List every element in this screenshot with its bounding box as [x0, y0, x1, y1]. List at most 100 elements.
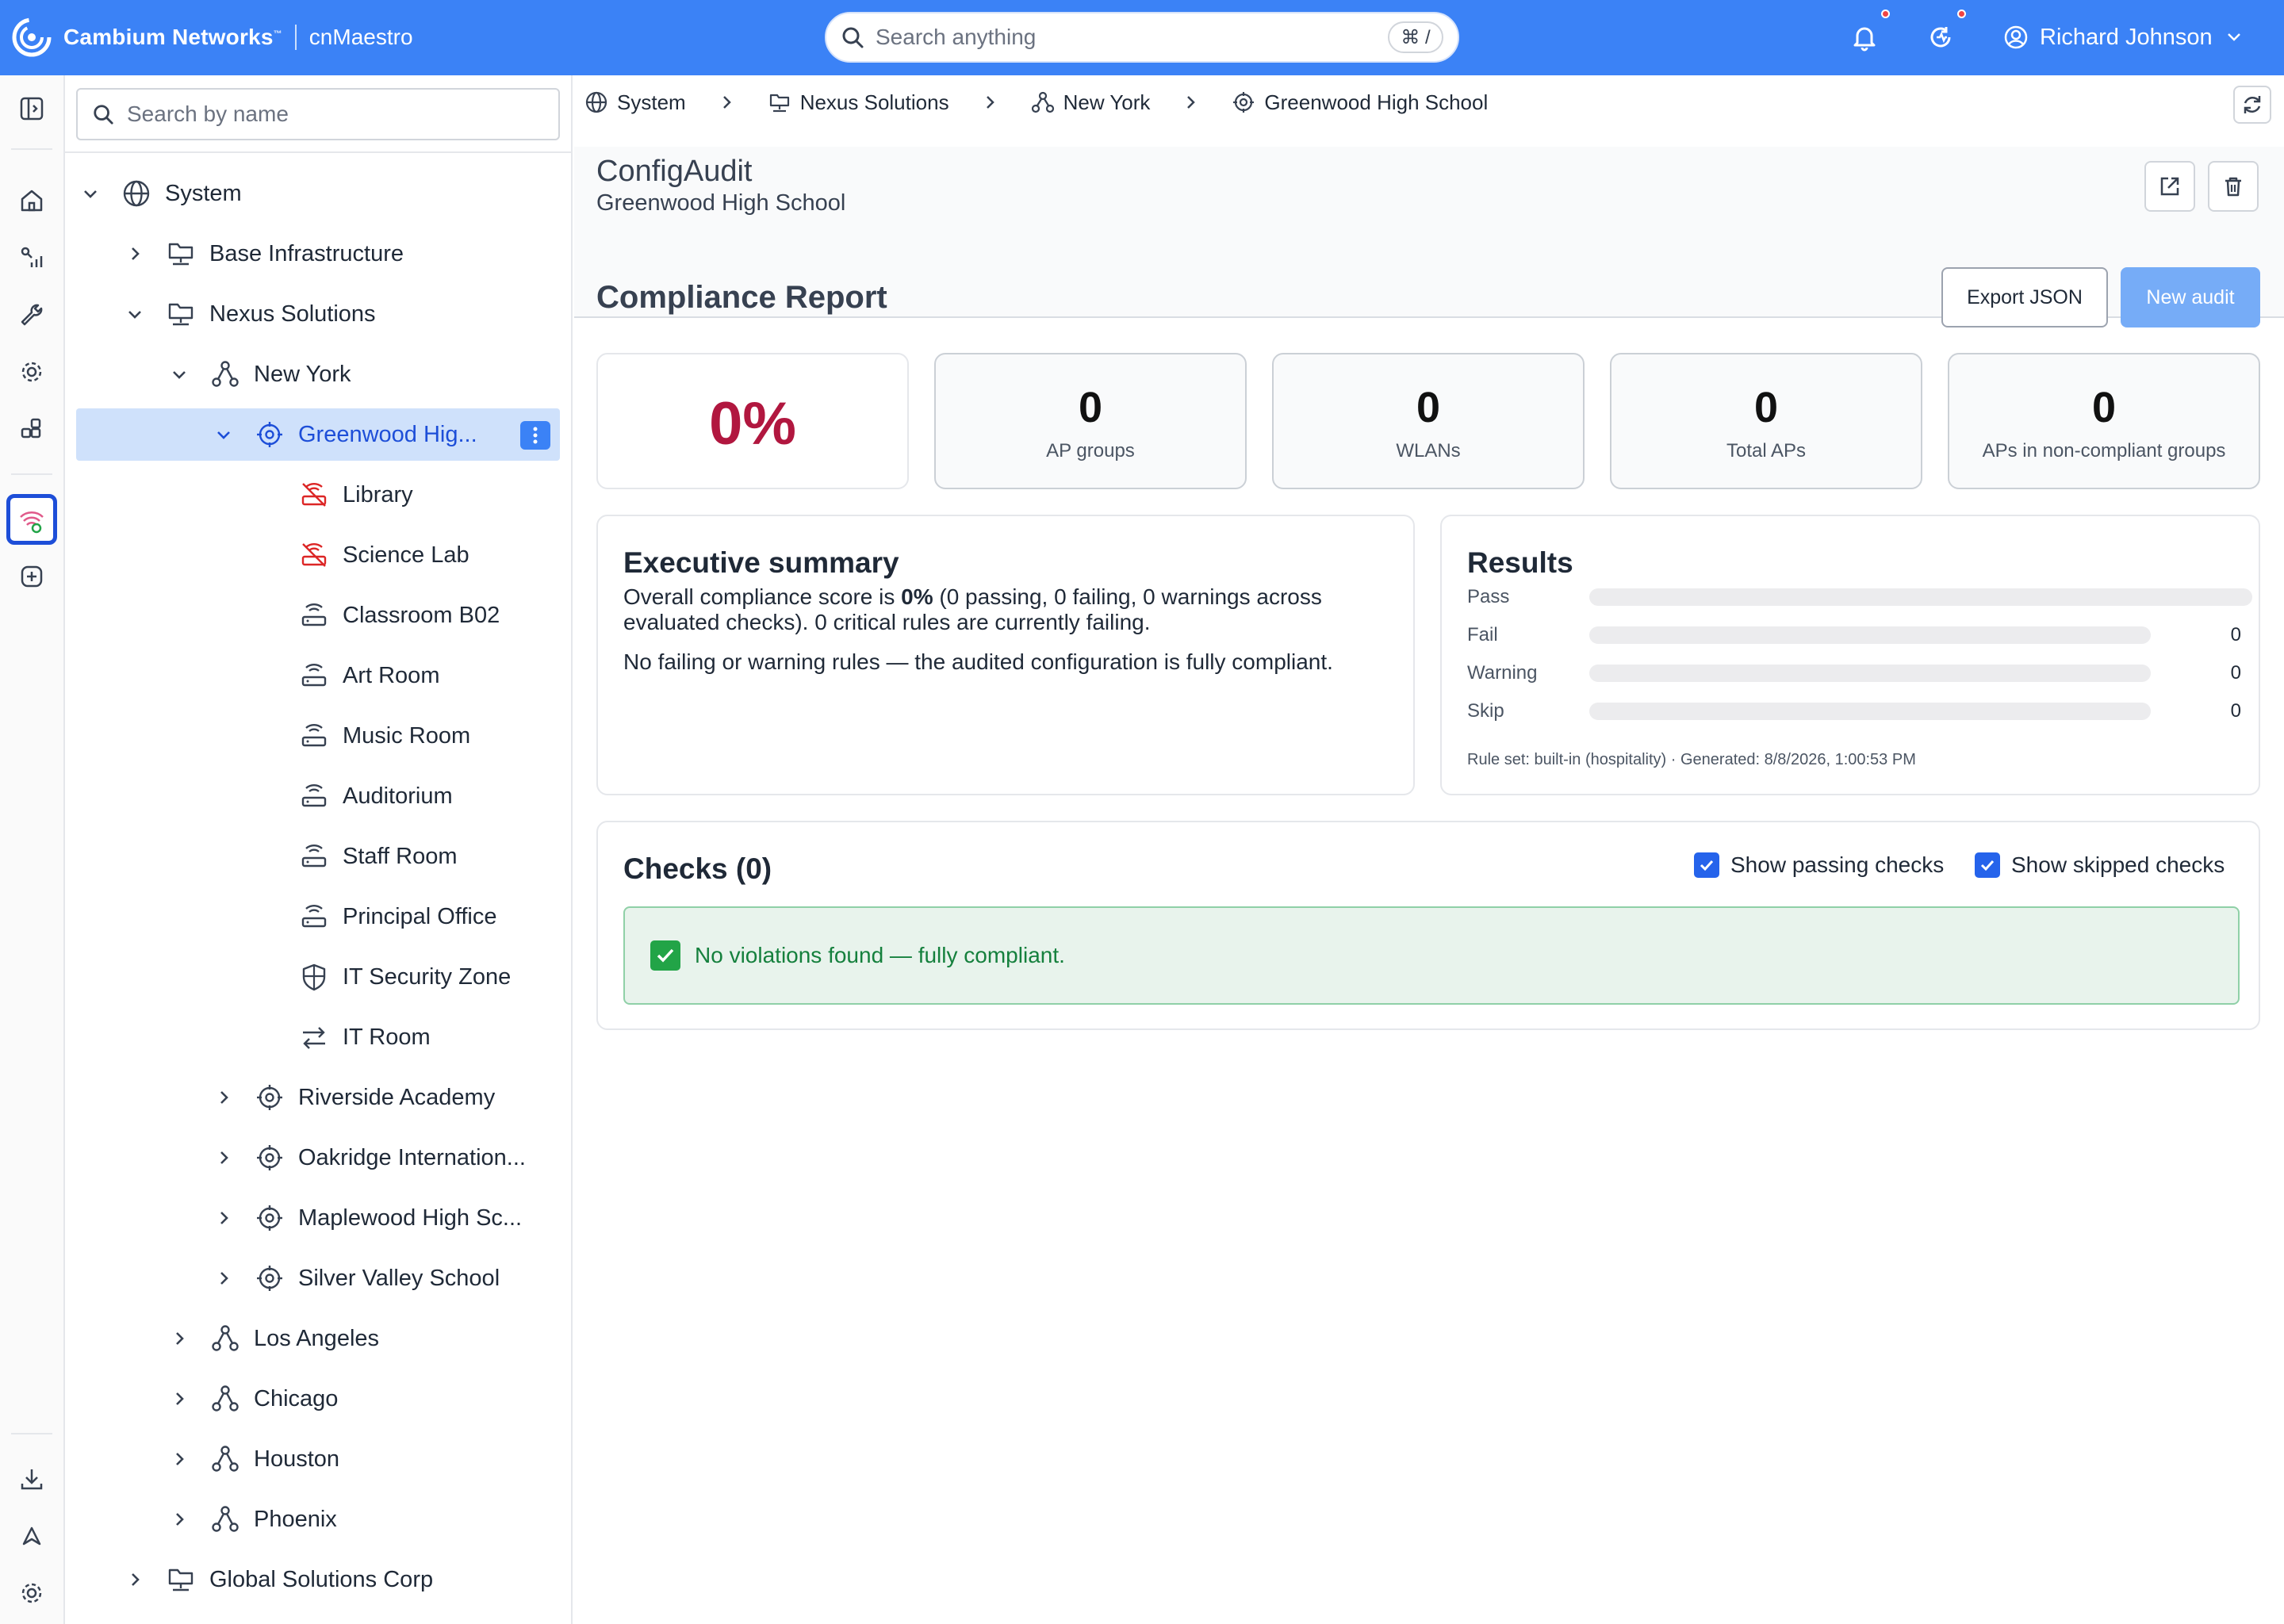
checkbox-checked[interactable]: [1975, 852, 2000, 878]
tree-search-input[interactable]: [127, 102, 544, 127]
tree-node[interactable]: Oakridge Internation...: [213, 1132, 526, 1184]
tree-node[interactable]: Silver Valley School: [213, 1252, 500, 1304]
chevron-right-icon[interactable]: [168, 1508, 190, 1530]
rail-divider: [11, 473, 52, 475]
tree-node[interactable]: Greenwood Hig...: [76, 408, 560, 461]
chevron-right-icon[interactable]: [213, 1267, 235, 1289]
export-json-button[interactable]: Export JSON: [1941, 267, 2108, 327]
stat-card-total-aps: 0 Total APs: [1610, 353, 1922, 489]
tree-node[interactable]: Staff Room: [257, 830, 458, 883]
stat-value: 0: [2091, 384, 2117, 431]
result-value: 0: [2230, 624, 2241, 645]
tree-node[interactable]: Principal Office: [257, 891, 497, 943]
tree-node[interactable]: Los Angeles: [168, 1312, 379, 1365]
add-circle-icon[interactable]: [16, 561, 48, 592]
tree-node[interactable]: Maplewood High Sc...: [213, 1192, 522, 1244]
tree-node[interactable]: Chicago: [168, 1373, 338, 1425]
tree-node[interactable]: Riverside Academy: [213, 1071, 495, 1124]
wrench-icon[interactable]: [16, 299, 48, 331]
node-menu-button[interactable]: [520, 421, 550, 450]
refresh-button[interactable]: [2233, 86, 2271, 124]
sidebar-toggle-icon[interactable]: [16, 93, 48, 124]
settings-icon[interactable]: [16, 1577, 48, 1609]
new-audit-button[interactable]: New audit: [2121, 267, 2260, 327]
stat-card-ap-groups: 0 AP groups: [934, 353, 1247, 489]
tree-node[interactable]: IT Security Zone: [257, 951, 511, 1003]
home-icon[interactable]: [16, 185, 48, 216]
compliance-score-card: 0%: [596, 353, 909, 489]
stat-value: 0: [1078, 384, 1103, 431]
tree-node-label: System: [165, 180, 242, 206]
brand[interactable]: Cambium Networks™ cnMaestro: [11, 14, 413, 60]
show-skipped-checkbox[interactable]: Show skipped checks: [1975, 852, 2225, 878]
chevron-down-icon: [2227, 33, 2240, 41]
checkbox-label: Show passing checks: [1730, 852, 1945, 877]
breadcrumb-item-new-york[interactable]: New York: [1030, 90, 1150, 115]
open-external-button[interactable]: [2144, 161, 2195, 212]
tree-node[interactable]: Auditorium: [257, 770, 453, 822]
spacer: [257, 966, 279, 988]
network-nodes-icon: [1031, 91, 1054, 113]
tree-node[interactable]: Base Infrastructure: [124, 228, 404, 280]
folder-network-icon: [769, 94, 789, 113]
bell-icon[interactable]: [1848, 21, 1881, 54]
spacer: [257, 665, 279, 687]
checks-card: Checks (0) Show passing checks Show skip…: [596, 821, 2260, 1030]
tree-node[interactable]: Houston: [168, 1433, 339, 1485]
show-passing-checkbox[interactable]: Show passing checks: [1694, 852, 1944, 878]
spacer: [257, 785, 279, 807]
breadcrumb-item-system[interactable]: System: [584, 90, 686, 115]
navigation-tree: System Base Infrastructure Nexus Solutions…: [65, 75, 573, 1624]
chevron-down-icon[interactable]: [124, 303, 146, 325]
search-shortcut-badge: ⌘ /: [1388, 21, 1443, 53]
global-search-input[interactable]: [876, 25, 1388, 50]
gear-icon[interactable]: [16, 356, 48, 388]
tree-node[interactable]: Global Solutions Corp: [124, 1553, 433, 1606]
chevron-down-icon[interactable]: [168, 363, 190, 385]
download-icon[interactable]: [16, 1463, 48, 1495]
global-search[interactable]: ⌘ /: [825, 12, 1459, 63]
user-menu[interactable]: Richard Johnson: [2003, 19, 2244, 56]
tree-node[interactable]: Library: [257, 469, 413, 521]
chevron-right-icon[interactable]: [124, 1568, 146, 1591]
checkbox-checked[interactable]: [1694, 852, 1719, 878]
rocket-icon[interactable]: [16, 1520, 48, 1552]
chevron-right-icon[interactable]: [168, 1327, 190, 1350]
breadcrumb-item-nexus-solutions[interactable]: Nexus Solutions: [767, 90, 949, 115]
spacer: [257, 845, 279, 868]
tree-search[interactable]: [76, 88, 560, 140]
tree-node[interactable]: Nexus Solutions: [124, 288, 376, 340]
stat-label: AP groups: [1046, 440, 1135, 462]
stat-value: 0: [1753, 384, 1779, 431]
chevron-right-icon[interactable]: [213, 1207, 235, 1229]
tree-node[interactable]: Science Lab: [257, 529, 469, 581]
spacer: [257, 484, 279, 506]
tree-node[interactable]: Art Room: [257, 649, 439, 702]
apps-plug-icon[interactable]: [16, 413, 48, 445]
access-point-icon: [301, 905, 327, 928]
tree-node[interactable]: IT Room: [257, 1011, 431, 1063]
chevron-right-icon[interactable]: [213, 1086, 235, 1109]
more-vertical-icon: [533, 427, 538, 444]
monitor-signal-icon[interactable]: [16, 242, 48, 274]
tree-node[interactable]: Phoenix: [168, 1493, 337, 1545]
activity-sync-icon[interactable]: [1924, 21, 1957, 54]
breadcrumb-item-greenwood[interactable]: Greenwood High School: [1231, 90, 1488, 115]
tree-node-label: Silver Valley School: [298, 1265, 500, 1291]
tree-node[interactable]: System: [79, 167, 242, 220]
tree-node[interactable]: New York: [168, 348, 351, 400]
chevron-right-icon[interactable]: [168, 1448, 190, 1470]
chevron-down-icon[interactable]: [79, 182, 102, 205]
chevron-down-icon[interactable]: [213, 423, 235, 446]
config-audit-app-button[interactable]: [6, 494, 57, 545]
tree-node-label: Principal Office: [343, 903, 497, 929]
chevron-right-icon[interactable]: [168, 1388, 190, 1410]
tree-node-label: Base Infrastructure: [209, 240, 404, 266]
delete-button[interactable]: [2208, 161, 2259, 212]
search-icon: [94, 105, 113, 124]
tree-node[interactable]: Music Room: [257, 710, 470, 762]
tree-node[interactable]: Classroom B02: [257, 589, 500, 642]
executive-summary-title: Executive summary: [623, 546, 899, 579]
chevron-right-icon[interactable]: [213, 1147, 235, 1169]
chevron-right-icon[interactable]: [124, 243, 146, 265]
